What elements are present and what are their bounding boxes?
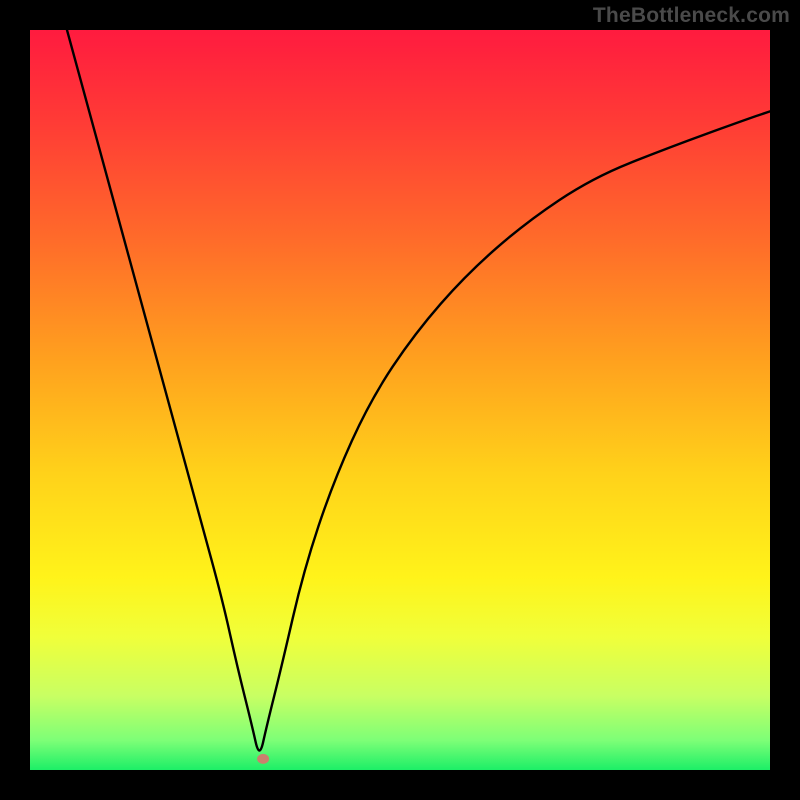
- curve-layer: [30, 30, 770, 770]
- watermark-text: TheBottleneck.com: [593, 4, 790, 28]
- chart-frame: TheBottleneck.com: [0, 0, 800, 800]
- vertex-marker: [257, 754, 269, 764]
- plot-area: [30, 30, 770, 770]
- bottleneck-curve: [67, 30, 770, 751]
